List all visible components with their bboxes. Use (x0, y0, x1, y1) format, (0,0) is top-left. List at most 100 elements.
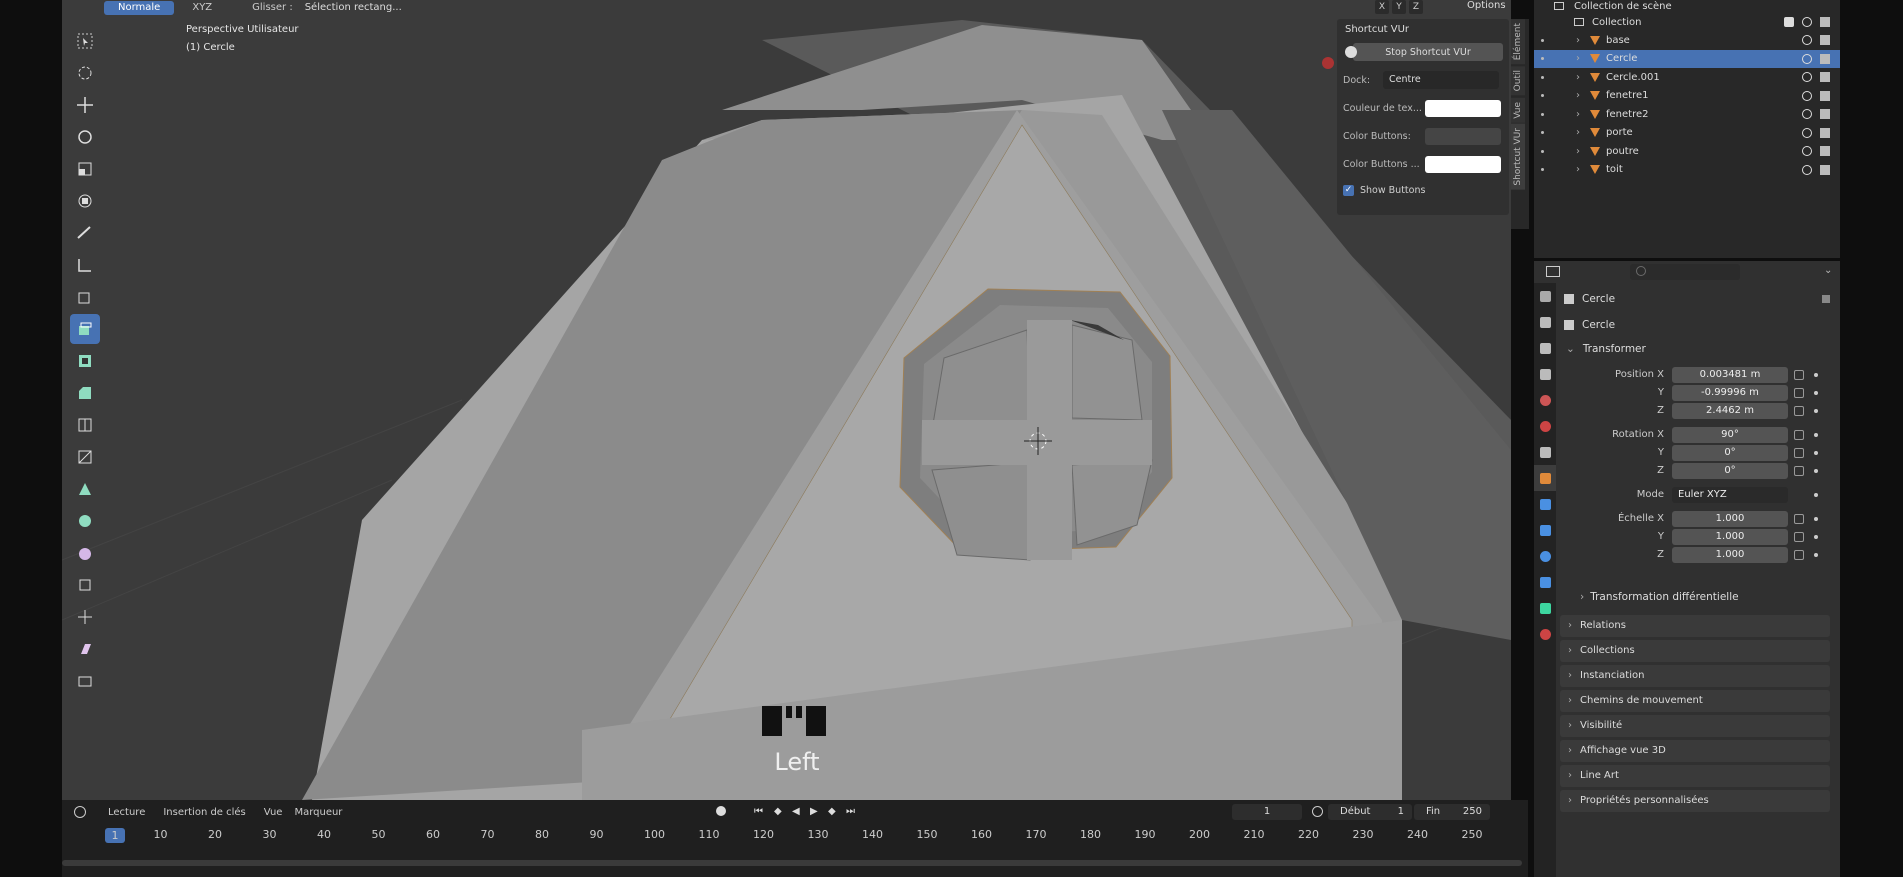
keyframe-dot-icon[interactable] (1814, 517, 1818, 521)
lock-icon[interactable] (1794, 370, 1804, 380)
eye-icon[interactable] (1802, 127, 1812, 138)
eye-icon[interactable] (1802, 72, 1812, 82)
lock-icon[interactable] (1794, 550, 1804, 560)
lock-icon[interactable] (1794, 466, 1804, 476)
eye-icon[interactable] (1802, 146, 1812, 156)
section-header[interactable]: Relations (1560, 615, 1830, 637)
chevron-right-icon[interactable]: › (1576, 90, 1580, 101)
options-dropdown[interactable]: Options (1467, 0, 1506, 11)
add-cube-tool[interactable] (70, 282, 100, 312)
tab-view[interactable]: Vue (1511, 97, 1525, 123)
keyframe-dot-icon[interactable] (1814, 469, 1818, 473)
material-tab-icon[interactable] (1534, 621, 1556, 647)
keyframe-dot-icon[interactable] (1814, 451, 1818, 455)
view-menu[interactable]: Vue (264, 807, 283, 818)
lock-icon[interactable] (1794, 514, 1804, 524)
bevel-tool[interactable] (70, 378, 100, 408)
show-buttons-checkbox[interactable]: ✓ (1343, 184, 1354, 196)
physics-tab-icon[interactable] (1534, 543, 1556, 569)
object-tab-icon[interactable] (1534, 465, 1556, 491)
move-tool[interactable] (70, 90, 100, 120)
tool-tab-icon[interactable] (1534, 283, 1556, 309)
keyframe-dot-icon[interactable] (1814, 535, 1818, 539)
orientation-selector[interactable]: XYZ (192, 2, 212, 13)
drag-select-dropdown[interactable]: Sélection rectang... (305, 2, 402, 13)
eye-icon[interactable] (1802, 53, 1812, 64)
section-header[interactable]: Propriétés personnalisées (1560, 790, 1830, 812)
marker-menu[interactable]: Marqueur (294, 807, 342, 818)
position-y-field[interactable]: -0.99996 m (1672, 385, 1788, 401)
transform-tool[interactable] (70, 186, 100, 216)
cursor-tool[interactable] (70, 58, 100, 88)
record-icon[interactable] (716, 806, 726, 816)
knife-tool[interactable] (70, 442, 100, 472)
camera-render-icon[interactable] (1820, 146, 1830, 156)
lock-icon[interactable] (1794, 406, 1804, 416)
rotate-tool[interactable] (70, 122, 100, 152)
outliner-item[interactable]: › Cercle (1534, 49, 1840, 68)
keyframe-dot-icon[interactable] (1814, 553, 1818, 557)
chevron-down-icon[interactable]: ⌄ (1824, 265, 1832, 276)
eye-icon[interactable] (1802, 90, 1812, 101)
jump-end-icon[interactable]: ⏭ (846, 806, 855, 817)
stop-shortcut-button[interactable]: Stop Shortcut VUr (1353, 43, 1503, 61)
rotation-x-field[interactable]: 90° (1672, 427, 1788, 443)
color-buttons2-swatch[interactable] (1425, 155, 1501, 173)
collection-label[interactable]: Collection (1592, 17, 1641, 28)
current-frame-marker[interactable]: 1 (105, 828, 125, 843)
scale-x-field[interactable]: 1.000 (1672, 511, 1788, 527)
select-box-tool[interactable] (70, 26, 100, 56)
view-layer-tab-icon[interactable] (1534, 361, 1556, 387)
chevron-right-icon[interactable]: › (1576, 109, 1580, 120)
timeline-scrollbar[interactable] (62, 860, 1522, 866)
section-header[interactable]: Instanciation (1560, 665, 1830, 687)
3d-viewport[interactable]: Perspective Utilisateur (1) Cercle X Z Y… (62, 0, 1511, 800)
camera-render-icon[interactable] (1820, 90, 1830, 101)
world-tab-icon[interactable] (1534, 413, 1556, 439)
next-keyframe-icon[interactable]: ◆ (828, 806, 836, 817)
mirror-z-button[interactable]: Z (1409, 0, 1423, 14)
search-input[interactable] (1630, 264, 1740, 280)
color-buttons-swatch[interactable] (1425, 127, 1501, 145)
section-header[interactable]: Visibilité (1560, 715, 1830, 737)
poly-build-tool[interactable] (70, 474, 100, 504)
outliner-item[interactable]: › Cercle.001 (1534, 68, 1840, 86)
mode-selector[interactable]: Normale (104, 0, 175, 15)
chevron-right-icon[interactable]: › (1576, 146, 1580, 157)
camera-render-icon[interactable] (1820, 109, 1830, 119)
eye-icon[interactable] (1802, 164, 1812, 175)
chevron-right-icon[interactable]: › (1576, 72, 1580, 83)
transform-header[interactable]: Transformer (1583, 343, 1646, 355)
eye-icon[interactable] (1802, 17, 1812, 27)
lock-icon[interactable] (1794, 430, 1804, 440)
pin-icon[interactable] (1822, 295, 1830, 303)
mirror-x-button[interactable]: X (1375, 0, 1389, 14)
camera-render-icon[interactable] (1820, 35, 1830, 45)
inset-tool[interactable] (70, 346, 100, 376)
scale-z-field[interactable]: 1.000 (1672, 547, 1788, 563)
spin-tool[interactable] (70, 506, 100, 536)
data-tab-icon[interactable] (1534, 595, 1556, 621)
constraints-tab-icon[interactable] (1534, 569, 1556, 595)
start-frame-field[interactable]: Début 1 (1328, 804, 1412, 820)
editor-type-icon[interactable] (1546, 266, 1560, 277)
mirror-y-button[interactable]: Y (1392, 0, 1406, 14)
outliner-item[interactable]: › toit (1534, 161, 1840, 179)
panel-title[interactable]: Shortcut VUr (1337, 19, 1509, 41)
keyframe-dot-icon[interactable] (1814, 433, 1818, 437)
chevron-right-icon[interactable]: › (1576, 164, 1580, 175)
chevron-right-icon[interactable]: › (1576, 35, 1580, 46)
keyframe-dot-icon[interactable] (1814, 391, 1818, 395)
scene-collection-label[interactable]: Collection de scène (1574, 1, 1672, 12)
chevron-down-icon[interactable]: ⌄ (1566, 343, 1575, 355)
smooth-tool[interactable] (70, 538, 100, 568)
rip-tool[interactable] (70, 666, 100, 696)
outliner-item[interactable]: › fenetre2 (1534, 105, 1840, 123)
section-header[interactable]: Affichage vue 3D (1560, 740, 1830, 762)
rotation-y-field[interactable]: 0° (1672, 445, 1788, 461)
lock-icon[interactable] (1794, 532, 1804, 542)
scale-tool[interactable] (70, 154, 100, 184)
text-color-swatch[interactable] (1425, 99, 1501, 117)
section-header[interactable]: Line Art (1560, 765, 1830, 787)
camera-render-icon[interactable] (1820, 72, 1830, 82)
